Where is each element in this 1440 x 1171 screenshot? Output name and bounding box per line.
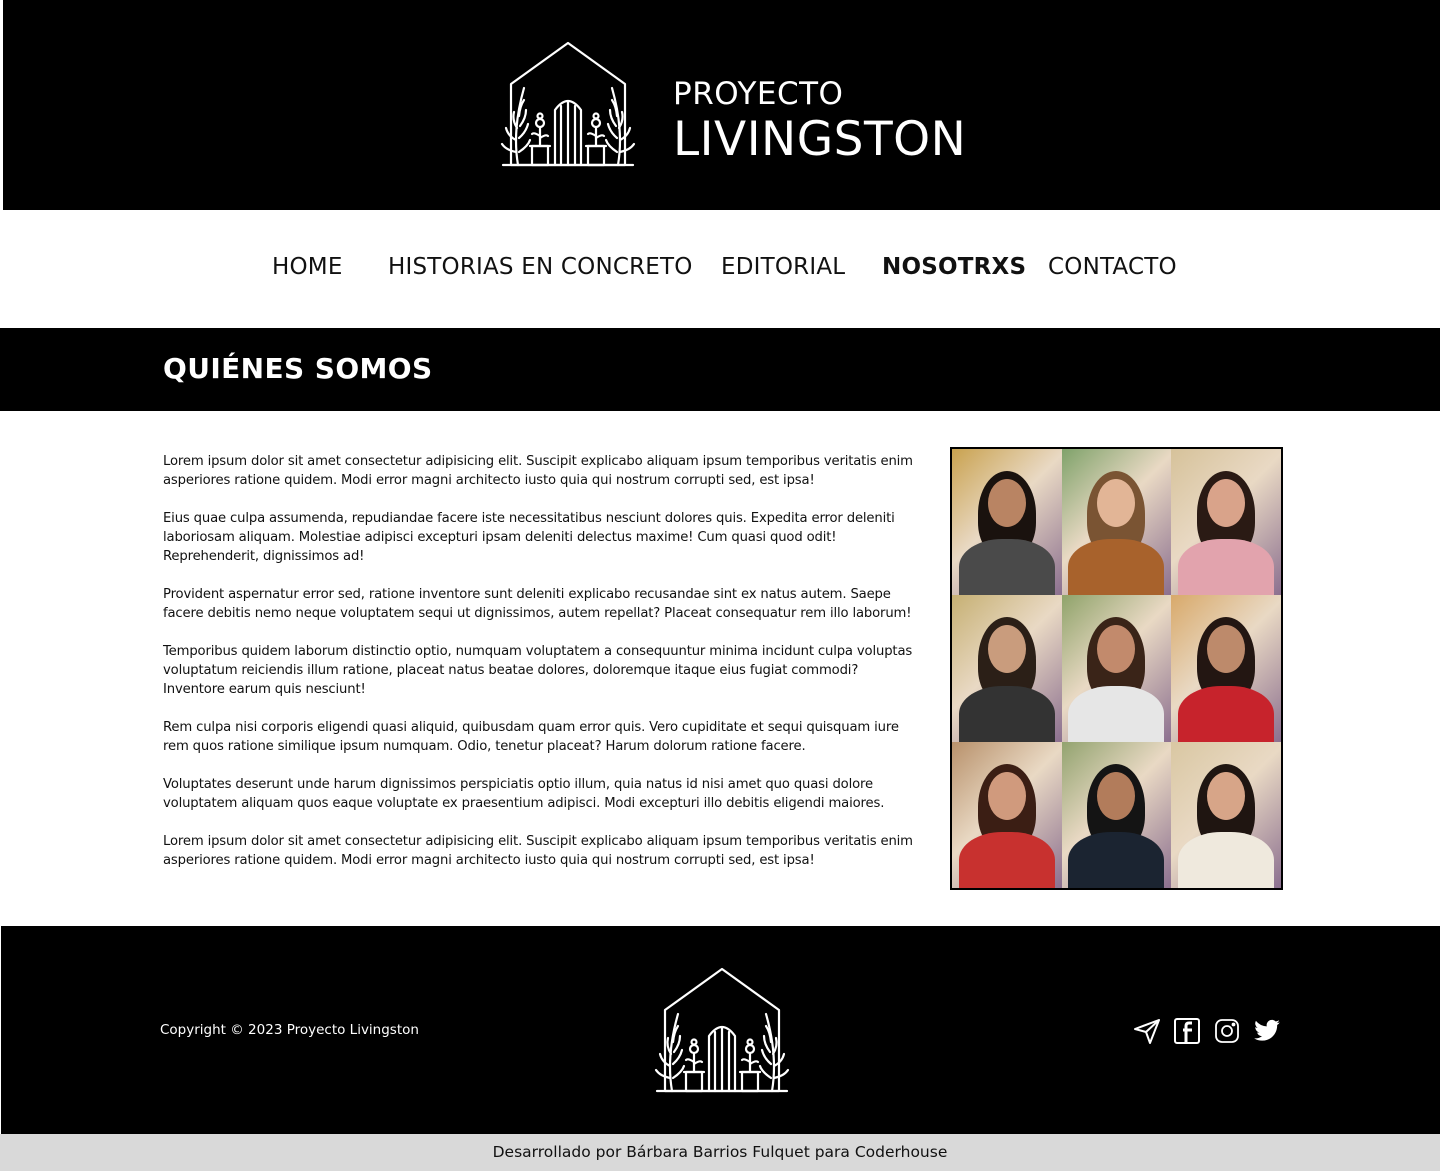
house-garden-logo-icon[interactable] xyxy=(642,966,802,1094)
brand-name-top: PROYECTO xyxy=(673,76,844,112)
brand-name-bottom: LIVINGSTON xyxy=(673,112,967,167)
page-title: QUIÉNES SOMOS xyxy=(163,352,433,385)
credits-bar: Desarrollado por Bárbara Barrios Fulquet… xyxy=(0,1134,1440,1171)
instagram-icon[interactable] xyxy=(1213,1017,1241,1045)
main-nav: HOME HISTORIAS EN CONCRETO EDITORIAL NOS… xyxy=(0,210,1440,328)
team-photo xyxy=(950,447,1283,890)
copyright-text: Copyright © 2023 Proyecto Livingston xyxy=(160,1022,419,1038)
send-icon[interactable] xyxy=(1133,1017,1161,1045)
team-member-portrait xyxy=(1171,741,1281,888)
team-member-portrait xyxy=(952,595,1062,742)
paragraph: Eius quae culpa assumenda, repudiandae f… xyxy=(163,511,895,564)
paragraph: Lorem ipsum dolor sit amet consectetur a… xyxy=(163,454,913,488)
nav-item-historias-en-concreto[interactable]: HISTORIAS EN CONCRETO xyxy=(388,254,693,280)
team-member-portrait xyxy=(952,741,1062,888)
house-garden-logo-icon[interactable] xyxy=(488,40,648,168)
social-links xyxy=(1133,1017,1281,1045)
section-banner: QUIÉNES SOMOS xyxy=(0,328,1440,411)
team-photo-grid xyxy=(952,449,1281,888)
paragraph: Temporibus quidem laborum distinctio opt… xyxy=(163,644,913,697)
team-member-portrait xyxy=(1171,595,1281,742)
paragraph: Voluptates deserunt unde harum dignissim… xyxy=(163,777,885,811)
team-member-portrait xyxy=(1061,741,1172,888)
nav-item-contacto[interactable]: CONTACTO xyxy=(1048,254,1177,280)
team-member-portrait xyxy=(1061,449,1172,596)
paragraph: Provident aspernatur error sed, ratione … xyxy=(163,587,912,621)
paragraph: Rem culpa nisi corporis eligendi quasi a… xyxy=(163,720,899,754)
twitter-icon[interactable] xyxy=(1253,1017,1281,1045)
about-text: Lorem ipsum dolor sit amet consectetur a… xyxy=(163,452,913,889)
team-member-portrait xyxy=(1171,449,1281,596)
facebook-icon[interactable] xyxy=(1173,1017,1201,1045)
team-member-portrait xyxy=(1061,595,1172,742)
nav-item-home[interactable]: HOME xyxy=(272,254,343,280)
site-footer: Copyright © 2023 Proyecto Livingston xyxy=(1,926,1440,1134)
nav-item-editorial[interactable]: EDITORIAL xyxy=(721,254,845,280)
paragraph: Lorem ipsum dolor sit amet consectetur a… xyxy=(163,834,913,868)
credits-text: Desarrollado por Bárbara Barrios Fulquet… xyxy=(492,1143,948,1161)
nav-item-nosotrxs[interactable]: NOSOTRXS xyxy=(882,254,1026,280)
team-member-portrait xyxy=(952,449,1062,596)
